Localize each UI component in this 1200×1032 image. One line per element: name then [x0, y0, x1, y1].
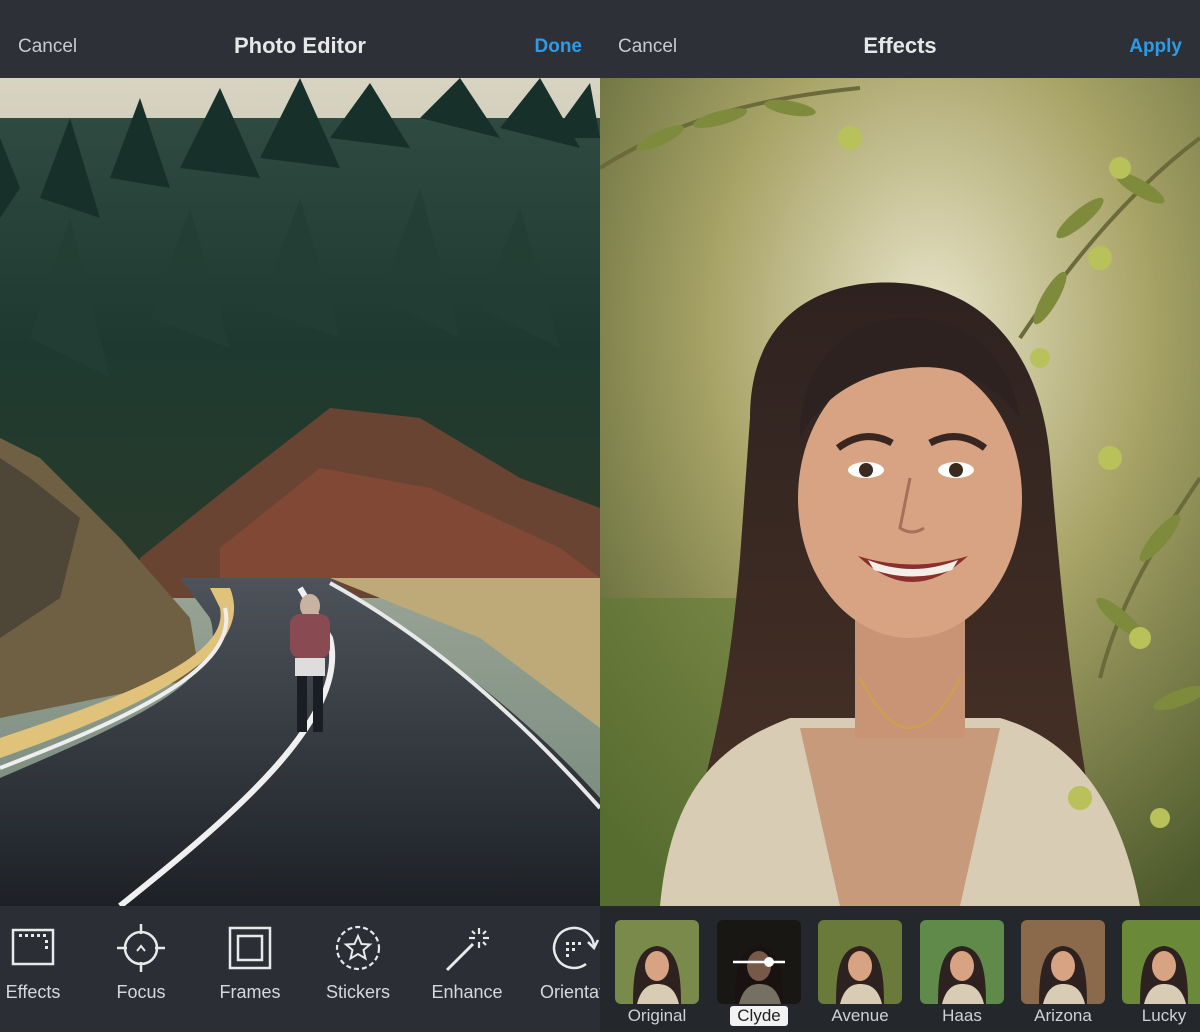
slider-knob: [764, 957, 774, 967]
tool-stickers[interactable]: Stickers: [304, 920, 412, 1003]
filter-thumb-lucky[interactable]: Lucky: [1122, 920, 1200, 1026]
filter-label: Lucky: [1141, 1006, 1187, 1025]
effects-screen: Cancel Effects Apply Original Clyde Aven…: [600, 0, 1200, 1032]
star-badge-icon: [335, 925, 381, 971]
portrait-photo: [600, 78, 1200, 906]
filter-label: Avenue: [831, 1006, 889, 1025]
filter-thumb-arizona[interactable]: Arizona: [1021, 920, 1105, 1026]
tool-enhance[interactable]: Enhance: [413, 920, 521, 1003]
filter-preview-image: [920, 920, 1004, 1004]
filter-preview-image: [1122, 920, 1200, 1004]
tool-focus[interactable]: Focus: [87, 920, 195, 1003]
page-title: Photo Editor: [234, 33, 366, 58]
tool-label: Stickers: [325, 982, 390, 1002]
tool-label: Frames: [219, 982, 281, 1002]
filter-strip: Original Clyde Avenue Haas Arizona Lucky: [600, 906, 1200, 1032]
filter-thumb-avenue[interactable]: Avenue: [818, 920, 902, 1026]
road-photo: [0, 78, 600, 906]
magic-wand-icon: [445, 928, 489, 972]
filter-label: Arizona: [1034, 1006, 1092, 1025]
film-frame-icon: [11, 928, 55, 966]
rotate-icon: [552, 926, 600, 970]
tool-effects[interactable]: Effects: [0, 920, 87, 1003]
crosshair-icon: [117, 924, 165, 972]
tool-orientation[interactable]: Orientati: [520, 920, 600, 1003]
filter-thumb-original[interactable]: Original: [615, 920, 699, 1026]
editor-toolbar: Effects Focus Frames Stickers Enhance Or…: [0, 906, 600, 1032]
filter-label: Clyde: [730, 1006, 788, 1026]
done-button[interactable]: Done: [535, 36, 583, 58]
tool-label: Orientati: [539, 982, 600, 1002]
filter-preview-image: [818, 920, 902, 1004]
tool-label: Effects: [5, 982, 61, 1002]
filter-thumb-clyde[interactable]: Clyde: [717, 920, 801, 1026]
photo-editor-screen: Cancel Photo Editor Done Effects Focus F…: [0, 0, 600, 1032]
square-frame-icon: [228, 926, 272, 970]
apply-button[interactable]: Apply: [1129, 36, 1182, 58]
filter-preview-image: [615, 920, 699, 1004]
filter-label: Haas: [942, 1006, 982, 1025]
filter-thumb-haas[interactable]: Haas: [920, 920, 1004, 1026]
tool-label: Enhance: [431, 982, 503, 1002]
page-title: Effects: [863, 33, 937, 58]
nav-bar: Cancel Effects Apply: [600, 0, 1200, 78]
filter-label: Original: [627, 1006, 687, 1025]
nav-bar: Cancel Photo Editor Done: [0, 0, 600, 78]
filter-preview-image: [1021, 920, 1105, 1004]
tool-frames[interactable]: Frames: [196, 920, 304, 1003]
tool-label: Focus: [116, 982, 166, 1002]
filter-preview-image: [717, 920, 801, 1004]
